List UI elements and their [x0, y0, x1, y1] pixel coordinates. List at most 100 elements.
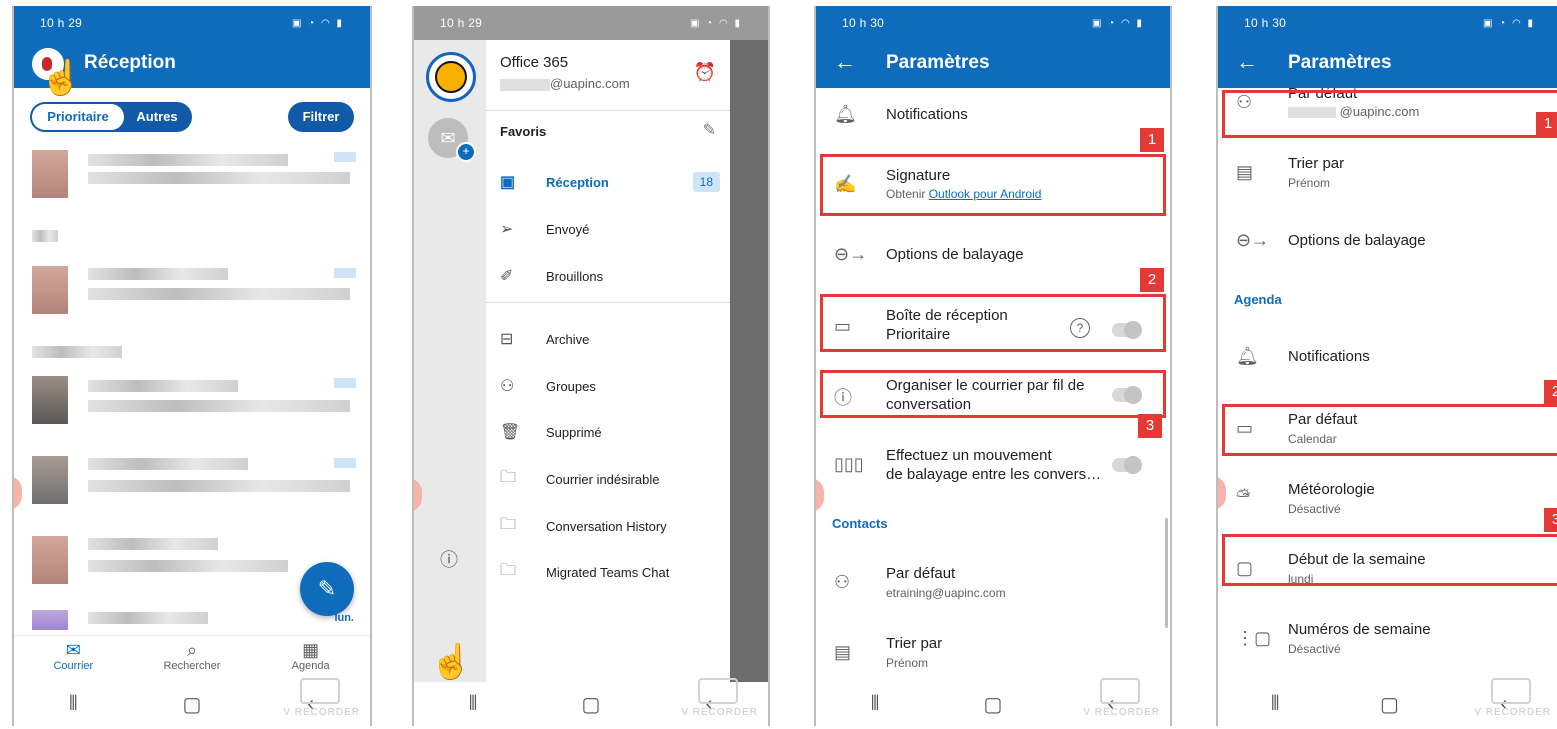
- scrollbar[interactable]: [1165, 518, 1168, 628]
- folder-groups[interactable]: ⚇ Groupes: [500, 371, 720, 401]
- account-name: Office 365: [500, 54, 569, 71]
- marker-2: 2: [1140, 268, 1164, 292]
- message-row[interactable]: [28, 452, 356, 508]
- folder-archive[interactable]: ⊟ Archive: [500, 324, 720, 354]
- account-avatar[interactable]: [426, 52, 476, 102]
- back-arrow-icon[interactable]: ←: [1236, 49, 1258, 75]
- recents-icon[interactable]: ⦀: [855, 693, 895, 716]
- setting-label: Notifications: [886, 106, 968, 123]
- compose-button[interactable]: ✎: [300, 562, 354, 616]
- setting-weather[interactable]: ⛅︎ Météorologie Désactivé: [1218, 478, 1557, 522]
- folder-deleted[interactable]: 🗑 Supprimé: [500, 417, 720, 447]
- back-arrow-icon[interactable]: ←: [834, 49, 856, 75]
- folder-migrated-teams-chat[interactable]: 🗀 Migrated Teams Chat: [500, 557, 720, 587]
- tab-search[interactable]: ⌕ Rechercher: [147, 636, 237, 682]
- highlight-box-1: [820, 154, 1166, 216]
- home-icon[interactable]: ▢: [172, 692, 212, 717]
- dimmed-background[interactable]: [730, 40, 768, 682]
- setting-label: Options de balayage: [886, 246, 1024, 263]
- edit-favorites-icon[interactable]: ✎: [703, 120, 716, 140]
- do-not-disturb-icon[interactable]: ⏰: [694, 62, 716, 83]
- setting-calendar-notifications[interactable]: 🔔︎ Notifications: [1218, 344, 1557, 374]
- message-row[interactable]: [28, 372, 356, 428]
- setting-swipe-options[interactable]: ⊖→ Options de balayage: [1218, 228, 1557, 258]
- setting-label-line2: de balayage entre les convers…: [886, 466, 1102, 483]
- home-icon[interactable]: ▢: [571, 692, 611, 717]
- favorites-heading: Favoris: [500, 124, 547, 139]
- marker-1: 1: [1536, 112, 1557, 136]
- setting-label: Trier par: [1288, 155, 1345, 172]
- highlight-box-2: [820, 294, 1166, 352]
- message-row[interactable]: [28, 226, 356, 246]
- edge-handle: [14, 476, 22, 510]
- home-icon[interactable]: ▢: [973, 692, 1013, 717]
- recents-icon[interactable]: ⦀: [53, 693, 93, 716]
- setting-label: Météorologie: [1288, 481, 1375, 498]
- setting-sort-by[interactable]: ▤ Trier par Prénom: [816, 632, 1170, 676]
- message-row[interactable]: [28, 262, 356, 318]
- trash-icon: 🗑: [500, 424, 521, 441]
- search-icon: ⌕: [186, 640, 198, 660]
- recents-icon[interactable]: ⦀: [1255, 693, 1295, 716]
- contact-card-icon: ▤: [834, 642, 852, 662]
- tab-other[interactable]: Autres: [126, 104, 188, 130]
- send-icon: ➢: [500, 221, 514, 238]
- setting-label: Options de balayage: [1288, 232, 1426, 249]
- folder-inbox[interactable]: ▣ Réception 18: [500, 167, 720, 197]
- swipe-icon: ⊖→: [834, 244, 868, 264]
- setting-sublabel: etraining@uapinc.com: [886, 586, 1006, 600]
- setting-swipe-options[interactable]: ⊖→ Options de balayage: [816, 242, 1170, 272]
- highlight-box-3: [820, 370, 1166, 418]
- app-bar: ← Paramètres: [1218, 40, 1557, 88]
- tab-mail-label: Courrier: [53, 660, 94, 672]
- message-row[interactable]: [28, 146, 356, 202]
- message-row[interactable]: [28, 606, 356, 630]
- inbox-icon: ▣: [500, 174, 516, 191]
- swipe-conversations-toggle[interactable]: [1112, 456, 1142, 474]
- message-row[interactable]: [28, 342, 356, 362]
- setting-label: Effectuez un mouvement: [886, 447, 1052, 464]
- status-time: 10 h 30: [1244, 16, 1287, 30]
- columns-icon: ▯▯▯: [834, 454, 864, 474]
- bell-icon: 🔔︎: [834, 104, 857, 124]
- tab-calendar-label: Agenda: [291, 660, 330, 672]
- status-icons: ▣ ◔ ◠ ▮: [1091, 17, 1144, 29]
- folder-label: Migrated Teams Chat: [546, 564, 670, 580]
- status-bar: 10 h 30 ▣ ◔ ◠ ▮: [1218, 6, 1557, 40]
- recents-icon[interactable]: ⦀: [453, 693, 493, 716]
- folder-sent[interactable]: ➢ Envoyé: [500, 214, 720, 244]
- tab-calendar[interactable]: ▦ Agenda: [266, 636, 356, 682]
- week-numbers-icon: ⋮▢: [1236, 628, 1272, 648]
- bell-icon: 🔔︎: [1236, 346, 1259, 366]
- pointer-hand-icon: ☝: [40, 59, 83, 97]
- folder-junk[interactable]: 🗀 Courrier indésirable: [500, 464, 720, 494]
- app-bar: ← Paramètres: [816, 40, 1170, 88]
- contact-card-icon: ▤: [1236, 162, 1254, 182]
- setting-contacts-default[interactable]: ⚇ Par défaut etraining@uapinc.com: [816, 562, 1170, 606]
- tab-focused[interactable]: Prioritaire: [32, 104, 124, 130]
- folder-label: Envoyé: [546, 221, 590, 237]
- setting-notifications[interactable]: 🔔︎ Notifications: [816, 102, 1170, 132]
- page-title: Paramètres: [886, 52, 990, 73]
- divider: [486, 110, 730, 111]
- help-icon[interactable]: ⓘ: [440, 546, 458, 572]
- home-icon[interactable]: ▢: [1369, 692, 1409, 717]
- folder-conversation-history[interactable]: 🗀 Conversation History: [500, 511, 720, 541]
- tab-mail[interactable]: ✉ Courrier: [28, 636, 118, 682]
- weather-icon: ⛅︎: [1236, 486, 1251, 506]
- setting-week-numbers[interactable]: ⋮▢ Numéros de semaine Désactivé: [1218, 618, 1557, 662]
- recorder-logo: [300, 678, 340, 704]
- filter-button[interactable]: Filtrer: [288, 102, 354, 132]
- setting-sort-by[interactable]: ▤ Trier par Prénom: [1218, 152, 1557, 196]
- watermark: V RECORDER: [283, 707, 360, 718]
- status-icons: ▣ ◔ ◠ ▮: [689, 17, 742, 29]
- setting-swipe-between-conversations[interactable]: ▯▯▯ Effectuez un mouvement de balayage e…: [816, 444, 1170, 488]
- status-bar: 10 h 29 ▣ ◔ ◠ ▮: [414, 6, 768, 40]
- setting-label: Trier par: [886, 635, 943, 652]
- folder-icon: 🗀: [500, 561, 517, 579]
- setting-label: Par défaut: [886, 565, 956, 582]
- page-title: Paramètres: [1288, 52, 1392, 73]
- compose-icon: ✎: [317, 576, 337, 601]
- folder-drafts[interactable]: ✐ Brouillons: [500, 261, 720, 291]
- status-time: 10 h 30: [842, 16, 885, 30]
